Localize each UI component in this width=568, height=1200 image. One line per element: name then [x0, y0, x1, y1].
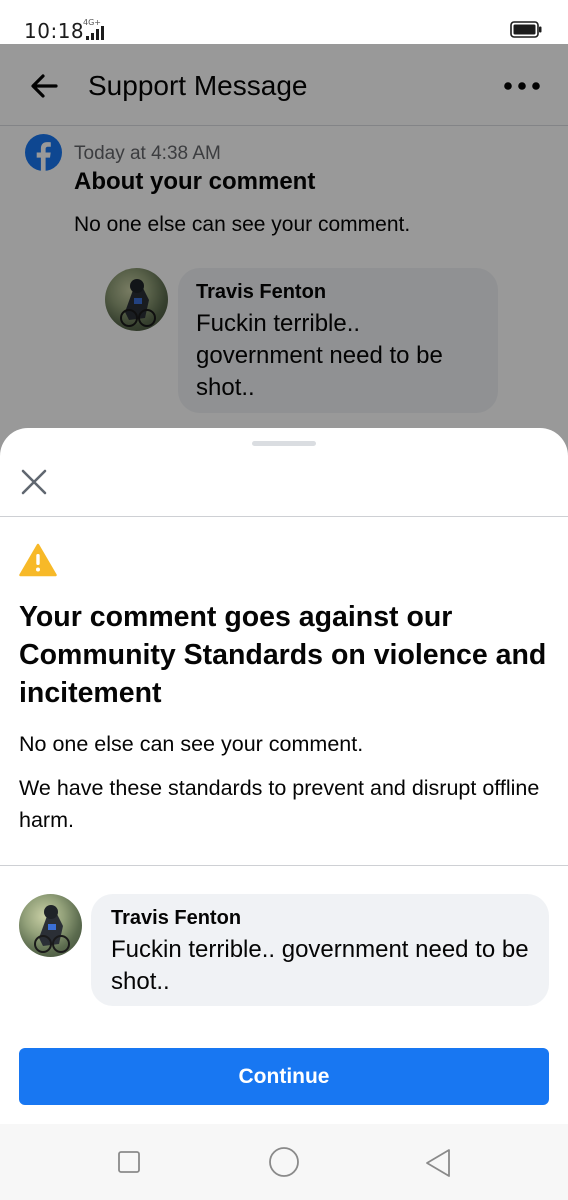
comment-author: Travis Fenton	[111, 907, 242, 929]
status-time: 10:18	[24, 19, 85, 43]
home-icon[interactable]	[268, 1146, 300, 1178]
sheet-heading: Your comment goes against our Community …	[19, 601, 547, 709]
sheet-paragraph-visibility: No one else can see your comment.	[19, 732, 364, 756]
status-bar: 10:18 4G+	[0, 0, 568, 44]
continue-button[interactable]: Continue	[19, 1048, 549, 1105]
violation-bottom-sheet: Your comment goes against our Community …	[0, 428, 568, 1124]
comment-bubble: Travis Fenton Fuckin terrible.. governme…	[91, 894, 549, 1006]
system-navigation-bar	[0, 1124, 568, 1200]
close-icon[interactable]	[20, 468, 48, 496]
back-icon[interactable]	[424, 1148, 452, 1178]
sheet-drag-handle[interactable]	[252, 441, 316, 446]
comment-text: Fuckin terrible.. government need to be …	[111, 936, 529, 995]
divider	[0, 865, 568, 866]
recent-apps-icon[interactable]	[118, 1151, 140, 1173]
warning-triangle-icon	[19, 543, 57, 577]
battery-icon	[510, 21, 542, 38]
avatar	[19, 894, 82, 957]
divider	[0, 516, 568, 517]
signal-icon	[86, 26, 104, 40]
sheet-paragraph-standards: We have these standards to prevent and d…	[19, 776, 540, 832]
